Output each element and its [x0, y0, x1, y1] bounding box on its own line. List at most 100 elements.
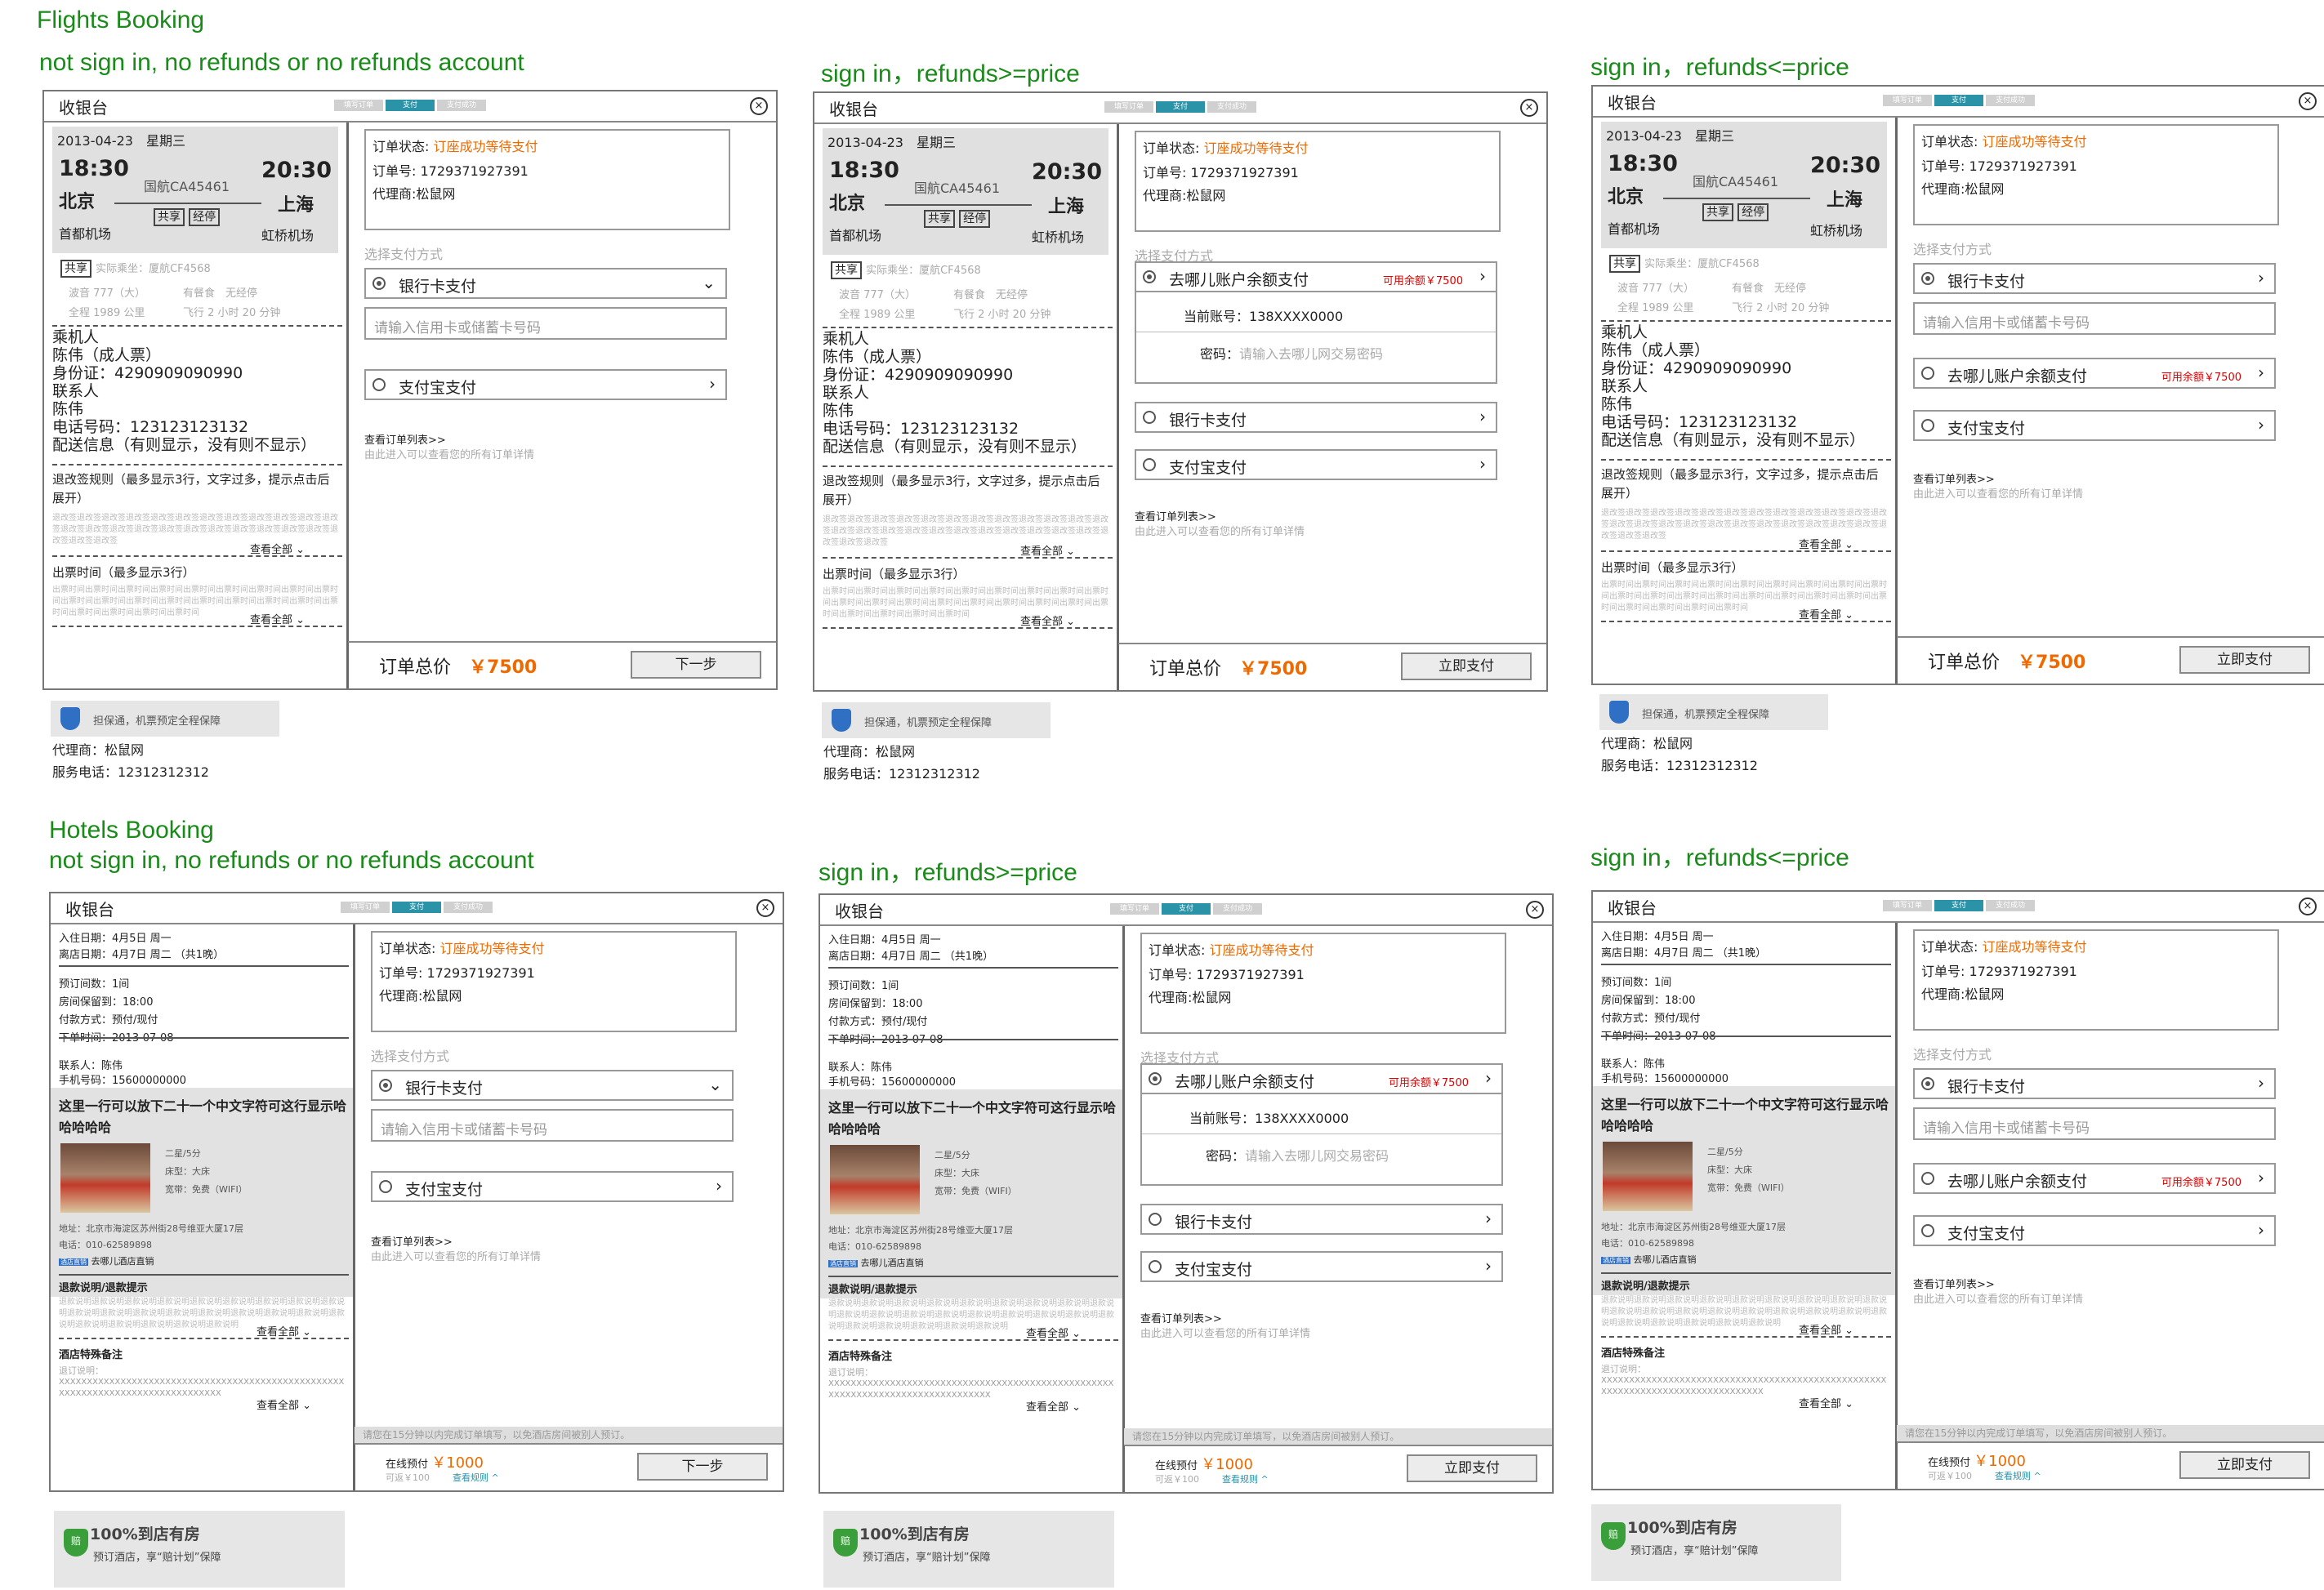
close-icon[interactable]: × [1520, 99, 1538, 117]
order-list-link[interactable]: 查看订单列表>> [364, 431, 446, 447]
arrival-time: 20:30 [261, 158, 332, 183]
radio-button[interactable] [372, 378, 386, 391]
pay-now-button[interactable]: 立即支付 [2179, 1451, 2310, 1479]
actual-carrier: 共享 实际乘坐：厦航CF4568 [831, 261, 981, 279]
rules-link[interactable]: 查看规则 ^ [1995, 1469, 2041, 1482]
alipay-option[interactable]: 支付宝支付 › [1913, 1215, 2276, 1246]
qunar-balance-option[interactable]: 去哪儿账户余额支付 可用余额￥7500 › [1135, 261, 1497, 292]
order-list-link[interactable]: 查看订单列表>> [1913, 470, 1995, 486]
see-all-link[interactable]: 查看全部 ⌄ [256, 1323, 312, 1338]
bank-card-option[interactable]: 银行卡支付 › [1140, 1204, 1503, 1235]
see-all-link[interactable]: 查看全部 ⌄ [1799, 536, 1854, 551]
see-all-link[interactable]: 查看全部 ⌄ [1026, 1398, 1082, 1414]
route-line [885, 204, 1032, 206]
see-all-link[interactable]: 查看全部 ⌄ [1026, 1325, 1082, 1340]
flight-cashier-refunds-lte: 收银台 填写订单 支付 支付成功 × 2013-04-23 星期三 18:30 … [1591, 85, 2324, 685]
current-account: 当前账号：138XXXX0000 [1184, 309, 1344, 324]
close-icon[interactable]: × [750, 97, 768, 115]
card-number-input[interactable]: 请输入信用卡或储蓄卡号码 [364, 307, 727, 340]
card-number-input[interactable]: 请输入信用卡或储蓄卡号码 [1913, 1107, 2276, 1140]
radio-button[interactable] [1921, 1172, 1934, 1185]
pay-now-button[interactable]: 立即支付 [1407, 1454, 1537, 1482]
bank-card-option[interactable]: 银行卡支付 ⌄ [371, 1070, 734, 1101]
alipay-option[interactable]: 支付宝支付 › [1140, 1251, 1503, 1282]
order-list-link[interactable]: 查看订单列表>> [1913, 1276, 1995, 1291]
hotel-photo [830, 1145, 920, 1214]
password-field[interactable]: 密码：请输入去哪儿网交易密码 [1206, 1145, 1389, 1165]
radio-button[interactable] [379, 1180, 392, 1193]
qunar-balance-option[interactable]: 去哪儿账户余额支付 可用余额￥7500 › [1913, 358, 2276, 389]
chevron-down-icon: ⌄ [1844, 1398, 1854, 1410]
bank-card-option[interactable]: 银行卡支付 ⌄ [364, 268, 727, 299]
bank-card-option[interactable]: 银行卡支付 › [1913, 1068, 2276, 1099]
order-info-box: 订单状态: 订座成功等待支付 订单号: 1729371927391 代理商:松鼠… [1913, 929, 2279, 1031]
close-icon[interactable]: × [1526, 901, 1544, 919]
arrival-airport: 虹桥机场 [1809, 223, 1862, 238]
divider [52, 626, 342, 627]
bank-card-option[interactable]: 银行卡支付 › [1135, 402, 1497, 433]
qunar-balance-option[interactable]: 去哪儿账户余额支付 可用余额￥7500 › [1140, 1063, 1503, 1094]
see-all-link[interactable]: 查看全部 ⌄ [256, 1396, 312, 1412]
card-number-input[interactable]: 请输入信用卡或储蓄卡号码 [371, 1109, 734, 1142]
see-all-link[interactable]: 查看全部 ⌄ [1799, 1321, 1854, 1337]
step-fill-order: 填写订单 [1883, 900, 1932, 911]
divider [823, 465, 1113, 467]
room-hold-time: 房间保留到：18:00 [1601, 995, 1696, 1007]
see-all-link[interactable]: 查看全部 ⌄ [250, 541, 306, 556]
close-icon[interactable]: × [2299, 92, 2317, 110]
alipay-option[interactable]: 支付宝支付 › [1135, 449, 1497, 480]
close-icon[interactable]: × [756, 899, 774, 917]
radio-button[interactable] [1921, 419, 1934, 432]
radio-button[interactable] [1149, 1072, 1162, 1085]
refund-title: 退款说明/退款提示 [59, 1282, 148, 1294]
order-list-link[interactable]: 查看订单列表>> [1140, 1310, 1222, 1325]
progress-steps: 填写订单 支付 支付成功 [1104, 101, 1259, 113]
see-all-link[interactable]: 查看全部 ⌄ [1799, 606, 1854, 621]
step-pay: 支付 [1162, 903, 1211, 915]
actual-carrier: 共享 实际乘坐：厦航CF4568 [1609, 255, 1760, 273]
order-number: 订单号: 1729371927391 [1921, 158, 2077, 174]
tag-share: 共享 [831, 261, 862, 279]
rules-link[interactable]: 查看规则 ^ [1222, 1472, 1269, 1485]
shield-icon [1609, 701, 1629, 724]
alipay-option[interactable]: 支付宝支付 › [1913, 410, 2276, 441]
radio-button[interactable] [379, 1079, 392, 1092]
divider [1601, 621, 1891, 622]
bank-card-option[interactable]: 银行卡支付 › [1913, 263, 2276, 294]
departure-city: 北京 [1608, 187, 1644, 207]
radio-button[interactable] [1921, 1077, 1934, 1090]
radio-button[interactable] [1921, 367, 1934, 380]
radio-button[interactable] [1921, 272, 1934, 285]
radio-button[interactable] [1149, 1260, 1162, 1273]
alipay-option[interactable]: 支付宝支付 › [364, 369, 727, 400]
pay-now-button[interactable]: 立即支付 [1401, 652, 1532, 680]
qunar-balance-option[interactable]: 去哪儿账户余额支付 可用余额￥7500 › [1913, 1163, 2276, 1194]
departure-time: 18:30 [1608, 151, 1678, 176]
order-list-link[interactable]: 查看订单列表>> [371, 1233, 453, 1249]
password-field[interactable]: 密码：请输入去哪儿网交易密码 [1200, 343, 1383, 363]
radio-button[interactable] [1143, 458, 1156, 471]
next-step-button[interactable]: 下一步 [631, 651, 761, 679]
refund-rules-title: 退改签规则（最多显示3行，文字过多，提示点击后展开） [1601, 467, 1879, 501]
see-all-link[interactable]: 查看全部 ⌄ [1020, 542, 1076, 558]
room-hold-time: 房间保留到：18:00 [828, 998, 923, 1010]
see-all-link[interactable]: 查看全部 ⌄ [250, 611, 306, 626]
agent: 代理商:松鼠网 [379, 988, 462, 1004]
radio-button[interactable] [1921, 1224, 1934, 1237]
radio-button[interactable] [1149, 1213, 1162, 1226]
close-icon[interactable]: × [2299, 897, 2317, 915]
total-price: 订单总价 ￥7500 [1149, 659, 1308, 679]
card-number-input[interactable]: 请输入信用卡或储蓄卡号码 [1913, 302, 2276, 335]
see-all-link[interactable]: 查看全部 ⌄ [1799, 1395, 1854, 1410]
alipay-option[interactable]: 支付宝支付 › [371, 1171, 734, 1202]
see-all-link[interactable]: 查看全部 ⌄ [1020, 612, 1076, 628]
radio-button[interactable] [372, 277, 386, 290]
pay-now-button[interactable]: 立即支付 [2179, 646, 2310, 674]
rules-link[interactable]: 查看规则 ^ [453, 1471, 499, 1484]
order-list-desc: 由此进入可以查看您的所有订单详情 [371, 1251, 542, 1263]
radio-button[interactable] [1143, 270, 1156, 283]
next-step-button[interactable]: 下一步 [637, 1453, 768, 1481]
radio-button[interactable] [1143, 411, 1156, 424]
refund-title: 退款说明/退款提示 [828, 1284, 917, 1296]
order-list-link[interactable]: 查看订单列表>> [1135, 508, 1216, 523]
